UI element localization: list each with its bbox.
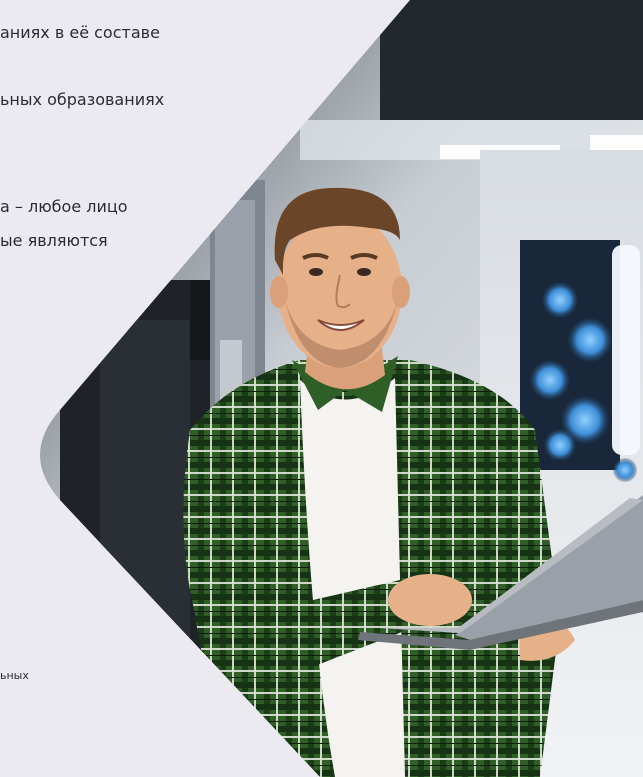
hero-photo <box>0 0 643 777</box>
